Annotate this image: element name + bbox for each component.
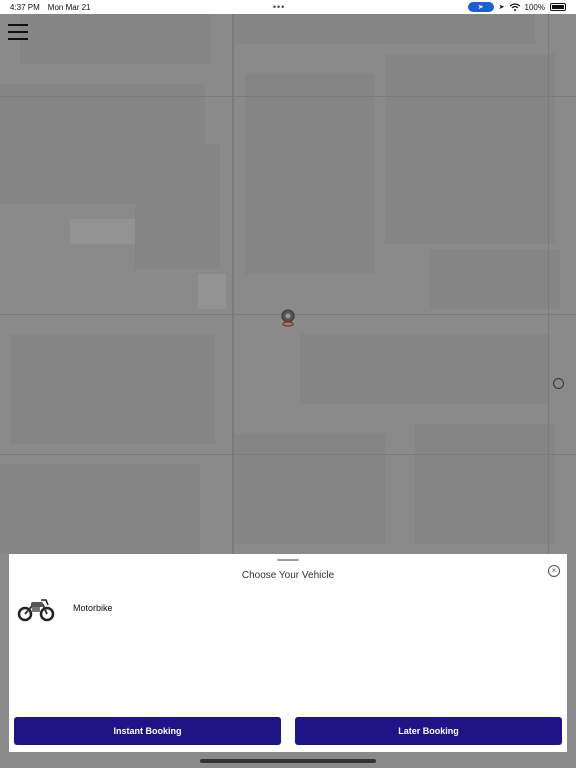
sheet-title: Choose Your Vehicle	[241, 570, 335, 581]
wifi-icon	[509, 3, 520, 11]
close-icon[interactable]: ×	[548, 565, 560, 577]
status-right: ➤ ➤ 100%	[467, 2, 566, 12]
map-block	[245, 74, 375, 274]
map-block	[235, 14, 535, 44]
map-block	[300, 334, 550, 404]
hamburger-bar	[8, 24, 28, 26]
map-block	[0, 464, 200, 554]
vehicle-option-motorbike[interactable]: Motorbike	[17, 594, 113, 622]
location-pill-icon: ➤	[467, 2, 494, 12]
vehicle-sheet: Choose Your Vehicle × Motorbike Instant …	[9, 554, 567, 752]
location-arrow-icon: ➤	[498, 4, 505, 11]
sheet-grabber[interactable]	[277, 559, 299, 561]
map-block	[10, 334, 215, 444]
map-block	[135, 144, 220, 269]
map-line	[0, 96, 576, 97]
status-time: 4:37 PM	[10, 2, 40, 12]
location-pin-icon	[281, 309, 295, 327]
hamburger-bar	[8, 31, 28, 33]
multitask-dots[interactable]: •••	[273, 2, 285, 12]
battery-percent: 100%	[524, 2, 545, 12]
map-line	[232, 14, 234, 554]
motorbike-icon	[17, 599, 55, 622]
hamburger-menu-icon[interactable]	[8, 24, 28, 40]
map-block	[415, 424, 555, 544]
map-road	[198, 274, 226, 309]
map-block	[430, 249, 560, 309]
map-road	[70, 219, 135, 244]
status-date: Mon Mar 21	[47, 2, 91, 12]
recenter-icon[interactable]	[553, 378, 564, 389]
battery-icon	[550, 3, 566, 11]
map-block	[20, 14, 210, 64]
instant-booking-button[interactable]: Instant Booking	[14, 717, 281, 745]
map-line	[0, 454, 576, 455]
home-indicator[interactable]	[200, 759, 376, 763]
vehicle-label: Motorbike	[73, 603, 113, 613]
map-line	[548, 14, 549, 554]
map-block	[235, 434, 385, 544]
status-left: 4:37 PM Mon Mar 21	[10, 3, 90, 12]
hamburger-bar	[8, 38, 28, 40]
later-booking-button[interactable]: Later Booking	[295, 717, 562, 745]
map-block	[385, 54, 555, 244]
status-bar: 4:37 PM Mon Mar 21 ••• ➤ ➤ 100%	[0, 0, 576, 14]
